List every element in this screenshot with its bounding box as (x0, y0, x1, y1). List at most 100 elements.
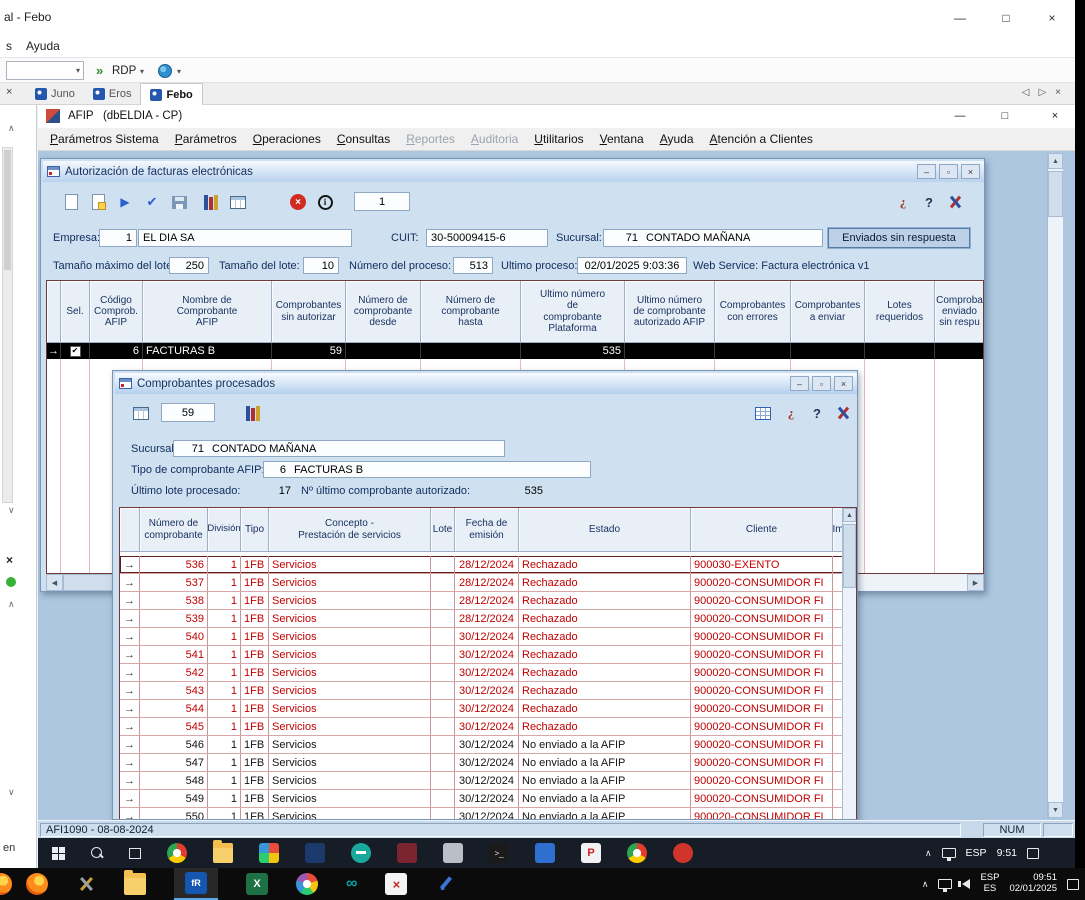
afip-minimize-button[interactable]: — (945, 105, 975, 127)
clock[interactable]: 9:51 (997, 847, 1017, 859)
maximize-button[interactable]: ▫ (939, 164, 958, 179)
window1-title-bar[interactable]: Autorización de facturas electrónicas – … (43, 161, 984, 182)
column-header-fecha[interactable]: Fecha de emisión (455, 508, 519, 552)
clock[interactable]: 09:51 02/01/2025 (1009, 873, 1057, 895)
column-header-a-enviar[interactable]: Comprobantes a enviar (791, 281, 865, 343)
window2-title-bar[interactable]: Comprobantes procesados – ▫ × (115, 373, 857, 394)
table-row[interactable]: → 543 1 1FB Servicios 30/12/2024 Rechaza… (120, 682, 844, 700)
batch-button[interactable] (241, 401, 265, 425)
excel-icon[interactable]: X (246, 873, 268, 895)
mdi-vertical-scrollbar[interactable]: ▲ ▼ (1047, 153, 1063, 818)
confirm-button[interactable]: ✔ (140, 190, 164, 214)
menu-item[interactable]: Parámetros Sistema (42, 128, 167, 150)
tools-icon[interactable] (76, 874, 96, 894)
menu-item[interactable]: Ayuda (652, 128, 702, 150)
language-indicator[interactable]: ESP ES (980, 873, 999, 895)
file-explorer-icon[interactable] (124, 873, 146, 895)
table-row[interactable]: → 537 1 1FB Servicios 28/12/2024 Rechaza… (120, 574, 844, 592)
tipo-comprobante-field[interactable]: 6 FACTURAS B (263, 461, 591, 478)
chevron-down-icon[interactable]: ▾ (140, 67, 144, 76)
app-icon[interactable] (305, 843, 325, 863)
enviados-sin-respuesta-button[interactable]: Enviados sin respuesta (828, 228, 970, 248)
table-row[interactable]: → 541 1 1FB Servicios 30/12/2024 Rechaza… (120, 646, 844, 664)
column-header-plataforma[interactable]: Ultimo número de comprobante Plataforma (521, 281, 625, 343)
context-help-button[interactable]: ¿ (779, 401, 803, 425)
active-app-slot[interactable]: fR (174, 868, 218, 900)
column-header-autorizado[interactable]: Ultimo número de comprobante autorizado … (625, 281, 715, 343)
terminal-icon[interactable]: >_ (489, 843, 509, 863)
column-header-sel[interactable]: Sel. (61, 281, 90, 343)
host-menu-partial[interactable]: s (6, 39, 12, 53)
help-button[interactable]: ? (805, 401, 829, 425)
minimize-button[interactable]: – (917, 164, 936, 179)
maximize-button[interactable]: ▫ (812, 376, 831, 391)
help-button[interactable]: ? (917, 190, 941, 214)
network-icon[interactable] (942, 848, 956, 858)
record-counter-field[interactable]: 59 (161, 403, 215, 422)
table-row[interactable]: → 550 1 1FB Servicios 30/12/2024 No envi… (120, 808, 844, 820)
start-button[interactable] (52, 847, 65, 860)
menu-item[interactable]: Utilitarios (526, 128, 591, 150)
chevron-up-icon[interactable]: ∧ (8, 599, 15, 610)
column-header-desde[interactable]: Número de comprobante desde (346, 281, 421, 343)
table-row[interactable]: → 548 1 1FB Servicios 30/12/2024 No envi… (120, 772, 844, 790)
file-explorer-icon[interactable] (213, 843, 233, 863)
app-icon[interactable] (673, 843, 693, 863)
close-button[interactable]: × (834, 376, 853, 391)
scroll-up-icon[interactable]: ▲ (843, 508, 856, 522)
close-icon[interactable]: × (6, 553, 13, 567)
chevron-down-icon[interactable]: ∨ (8, 787, 15, 798)
column-header-concepto[interactable]: Concepto - Prestación de servicios (269, 508, 431, 552)
scroll-left-icon[interactable]: ◀ (46, 574, 63, 591)
vertical-scrollbar[interactable]: ▲ (842, 508, 856, 820)
column-header-sin-respuesta[interactable]: Comproba enviado sin respu (935, 281, 984, 343)
info-button[interactable]: i (313, 190, 337, 214)
export-grid-button[interactable] (129, 401, 153, 425)
paint-icon[interactable] (296, 873, 318, 895)
pen-icon[interactable] (435, 874, 455, 894)
column-header-estado[interactable]: Estado (519, 508, 691, 552)
scroll-up-icon[interactable]: ▲ (1048, 153, 1063, 169)
column-header-codigo[interactable]: Código Comprob. AFIP (90, 281, 143, 343)
close-tab-icon[interactable]: × (6, 86, 12, 98)
network-icon[interactable] (938, 879, 952, 889)
menu-item[interactable]: Auditoria (463, 128, 526, 150)
checkbox[interactable]: ✔ (70, 346, 81, 357)
session-tab[interactable]: Eros (84, 83, 141, 105)
table-row[interactable]: → 538 1 1FB Servicios 28/12/2024 Rechaza… (120, 592, 844, 610)
rdp-button[interactable]: RDP (112, 65, 136, 77)
chevron-down-icon[interactable]: ▾ (177, 67, 181, 76)
rdp-run-icon[interactable]: » (96, 63, 103, 78)
menu-item[interactable]: Operaciones (245, 128, 329, 150)
photos-icon[interactable] (259, 843, 279, 863)
empresa-number-field[interactable]: 1 (99, 229, 137, 247)
column-header-nombre[interactable]: Nombre de Comprobante AFIP (143, 281, 272, 343)
globe-icon[interactable] (158, 64, 172, 78)
batch-button[interactable] (199, 190, 223, 214)
empresa-name-field[interactable]: EL DIA SA (138, 229, 352, 247)
menu-item[interactable]: Atención a Clientes (702, 128, 821, 150)
tray-chevron-up-icon[interactable]: ∧ (925, 848, 932, 859)
run-process-button[interactable]: ▶ (113, 190, 137, 214)
column-header-numero[interactable]: Número de comprobante (140, 508, 208, 552)
table-row[interactable]: → 545 1 1FB Servicios 30/12/2024 Rechaza… (120, 718, 844, 736)
firefox-icon[interactable] (26, 873, 48, 895)
column-header-cliente[interactable]: Cliente (691, 508, 833, 552)
column-header-division[interactable]: División (208, 508, 241, 552)
cancel-button[interactable]: × (286, 190, 310, 214)
column-header-sin-autorizar[interactable]: Comprobantes sin autorizar (272, 281, 346, 343)
table-row[interactable]: → 547 1 1FB Servicios 30/12/2024 No envi… (120, 754, 844, 772)
column-header-errores[interactable]: Comprobantes con errores (715, 281, 791, 343)
table-row[interactable]: → 546 1 1FB Servicios 30/12/2024 No envi… (120, 736, 844, 754)
cuit-field[interactable]: 30-50009415-6 (426, 229, 548, 247)
sucursal-field[interactable]: 71 CONTADO MAÑANA (173, 440, 505, 457)
numero-proceso-field[interactable]: 513 (453, 257, 493, 274)
app-icon[interactable] (535, 843, 555, 863)
app-icon[interactable] (443, 843, 463, 863)
dock-scrollbar[interactable] (2, 147, 13, 503)
action-center-icon[interactable] (1067, 879, 1079, 890)
column-header-tipo[interactable]: Tipo (241, 508, 269, 552)
menu-item[interactable]: Parámetros (167, 128, 245, 150)
app-icon[interactable] (397, 843, 417, 863)
export-grid-button[interactable] (226, 190, 250, 214)
